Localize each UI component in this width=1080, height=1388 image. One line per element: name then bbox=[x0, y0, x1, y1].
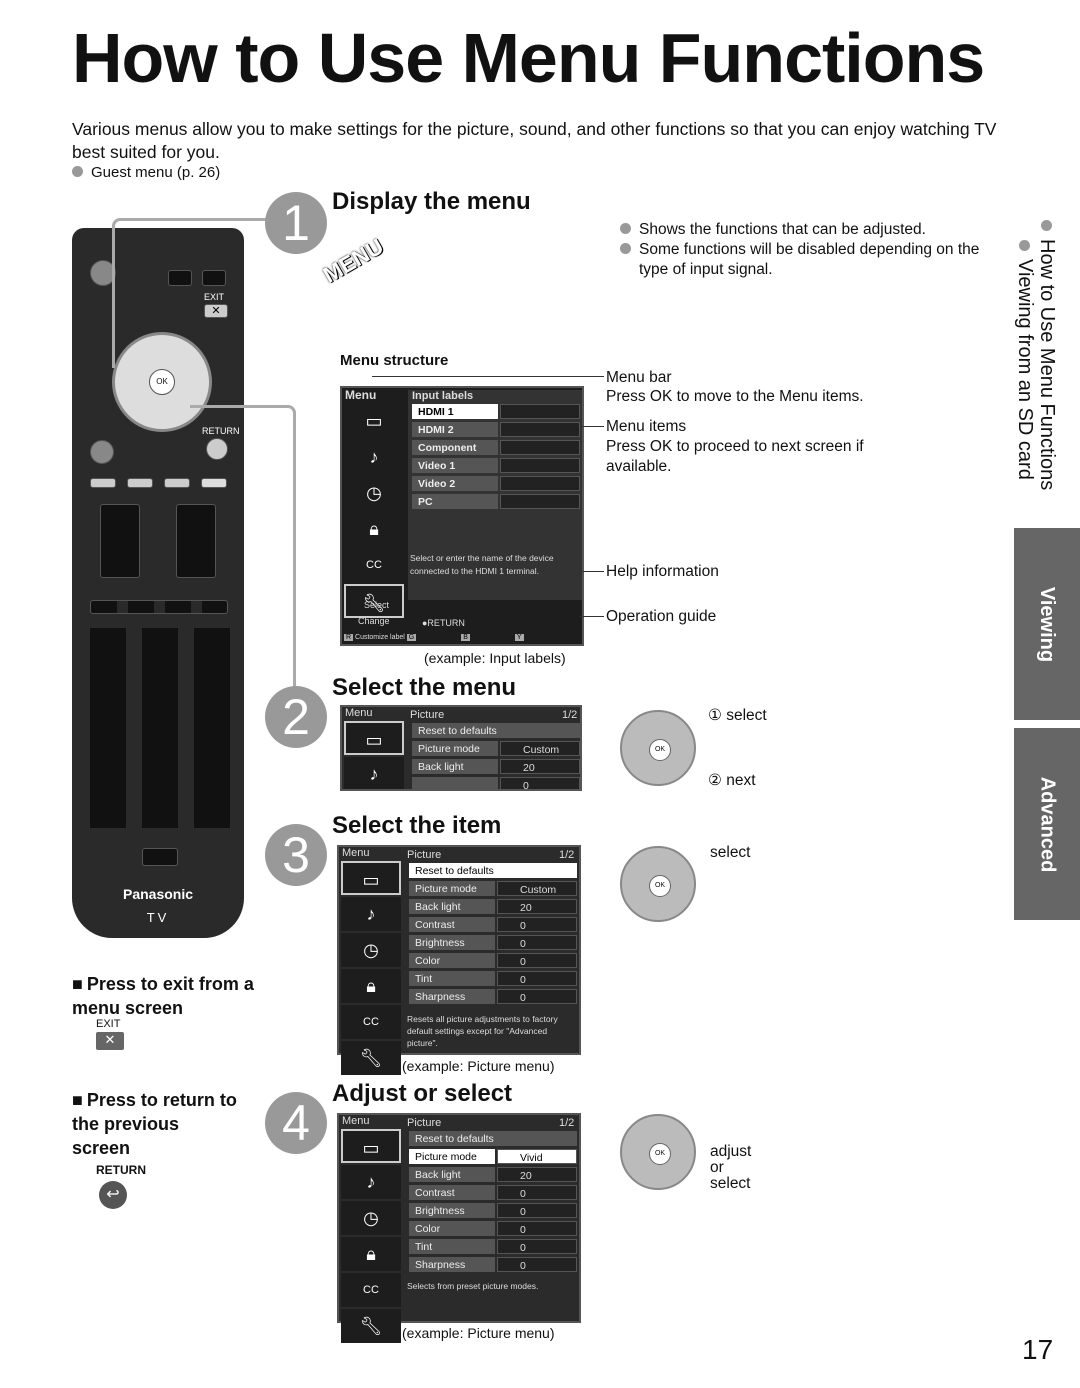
color-key-bar: R Customize label GBY bbox=[344, 634, 524, 641]
guide-select: Select bbox=[364, 600, 390, 610]
input-labels-screen: Menu ▭ ♪ ◷ 🔒︎ CC 🔧︎ Input labels HDMI 1 HDMI … bbox=[340, 386, 584, 646]
intro-text: Various menus allow you to make settings… bbox=[72, 119, 997, 162]
callout-desc: Press OK to proceed to next screen if av… bbox=[606, 438, 864, 475]
menu-structure-heading: Menu structure bbox=[340, 352, 449, 369]
picture-icon: ▭ bbox=[344, 404, 404, 438]
picture-menu-screen: Menu ▭ ♪ ◷ 🔒︎ CC 🔧︎ Picture 1/2 Reset to defa… bbox=[337, 845, 581, 1075]
step-number: 3 bbox=[265, 824, 327, 886]
note: Shows the functions that can be adjusted… bbox=[620, 220, 926, 240]
guide-change: Change bbox=[358, 616, 390, 626]
remote-button[interactable] bbox=[90, 440, 114, 464]
step-title: Display the menu bbox=[332, 188, 531, 215]
brand-logo: Panasonic bbox=[122, 886, 194, 902]
picture-menu-screen: Menu ▭ ♪ Picture 1/2 Reset to defaults Pi… bbox=[340, 705, 582, 791]
note: Some functions will be disabled dependin… bbox=[620, 240, 1000, 280]
remote-button[interactable] bbox=[142, 848, 178, 866]
panel-title: Input labels bbox=[412, 390, 474, 402]
select-label: select bbox=[710, 844, 751, 861]
ok-callout-line bbox=[190, 405, 296, 705]
guide-return: ●RETURN bbox=[422, 618, 465, 628]
tab-advanced[interactable]: Advanced bbox=[1014, 728, 1080, 920]
timer-icon: ◷ bbox=[344, 476, 404, 510]
adjust-label: adjust or select bbox=[710, 1143, 752, 1192]
dpad-illustration: OK bbox=[620, 1114, 696, 1190]
ok-button[interactable]: OK bbox=[149, 369, 175, 395]
exit-button-icon: ✕ bbox=[96, 1032, 124, 1050]
tab-viewing[interactable]: Viewing bbox=[1014, 528, 1080, 720]
return-button-icon: ↩ bbox=[99, 1181, 127, 1209]
menu-bar: ▭ ♪ ◷ 🔒︎ CC 🔧︎ bbox=[344, 404, 404, 620]
section-tab-sd-card[interactable]: Viewing from an SD card bbox=[1013, 240, 1036, 480]
caption: (example: Picture menu) bbox=[402, 1058, 555, 1074]
exit-label: EXIT bbox=[96, 1018, 121, 1030]
page-title: How to Use Menu Functions bbox=[72, 19, 985, 97]
guest-menu-ref: Guest menu (p. 26) bbox=[72, 163, 220, 183]
tv-label: TV bbox=[146, 910, 170, 925]
cc-icon: CC bbox=[344, 548, 404, 582]
caption: (example: Picture menu) bbox=[402, 1325, 555, 1341]
help-text: Select or enter the name of the device c… bbox=[410, 553, 554, 576]
menu-button-illustration: MENU bbox=[318, 233, 388, 288]
return-heading: ■ Press to return to the previous screen bbox=[72, 1090, 237, 1158]
audio-icon: ♪ bbox=[344, 440, 404, 474]
section-tab-how-to-use[interactable]: How to Use Menu Functions bbox=[1035, 220, 1058, 490]
exit-heading: ■ Press to exit from a menu screen bbox=[72, 974, 254, 1018]
callout-desc: Press OK to move to the Menu items. bbox=[606, 388, 864, 405]
picture-menu-screen: Menu ▭ ♪ ◷ 🔒︎ CC 🔧︎ Picture 1/2 Reset to defa… bbox=[337, 1113, 581, 1343]
caption: (example: Input labels) bbox=[424, 650, 566, 666]
dpad-illustration: OK bbox=[620, 846, 696, 922]
dpad-illustration: OK bbox=[620, 710, 696, 786]
step-title: Adjust or select bbox=[332, 1080, 513, 1107]
help-text: Selects from preset picture modes. bbox=[407, 1281, 539, 1291]
callout-help: Help information bbox=[606, 563, 719, 580]
callout-menu-items: Menu items bbox=[606, 418, 687, 435]
select-label: ① select bbox=[708, 707, 767, 724]
step-number: 4 bbox=[265, 1092, 327, 1154]
lock-icon: 🔒︎ bbox=[344, 512, 404, 546]
next-label: ② next bbox=[708, 772, 756, 789]
color-button[interactable] bbox=[164, 478, 190, 488]
step-title: Select the menu bbox=[332, 674, 517, 701]
step-title: Select the item bbox=[332, 812, 502, 839]
page-number: 17 bbox=[1022, 1334, 1054, 1365]
menu-bar-label: Menu bbox=[345, 388, 377, 402]
callout-guide: Operation guide bbox=[606, 608, 717, 625]
color-button[interactable] bbox=[90, 478, 116, 488]
return-label: RETURN bbox=[96, 1163, 146, 1177]
help-text: Resets all picture adjustments to factor… bbox=[407, 1014, 558, 1048]
callout-menu-bar: Menu bar bbox=[606, 369, 672, 386]
step-number: 1 bbox=[265, 192, 327, 254]
color-button[interactable] bbox=[127, 478, 153, 488]
step-number: 2 bbox=[265, 686, 327, 748]
volume-rocker[interactable] bbox=[100, 504, 140, 578]
